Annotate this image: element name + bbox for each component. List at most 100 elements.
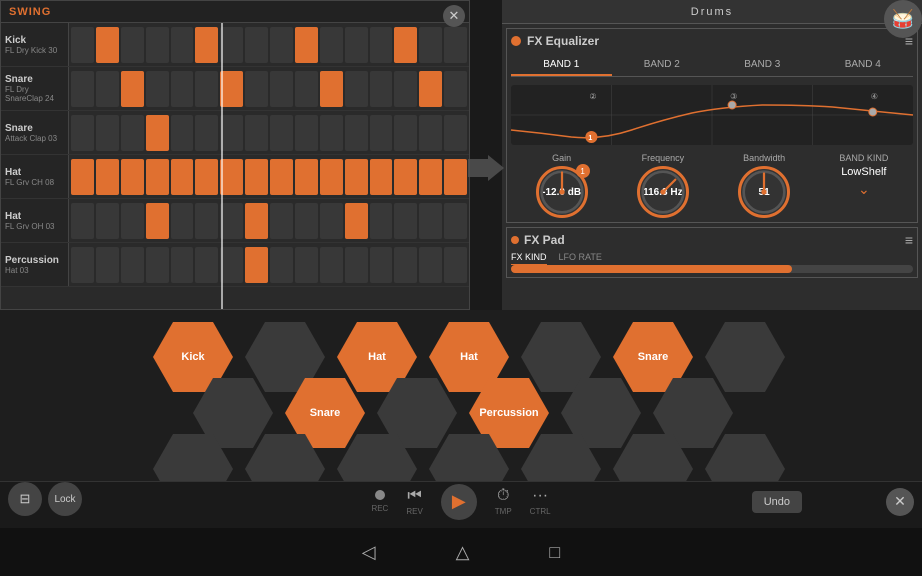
beat[interactable] xyxy=(171,115,194,151)
beat[interactable] xyxy=(171,71,194,107)
tmp-button[interactable]: ⏱ TMP xyxy=(495,487,512,516)
beat[interactable] xyxy=(71,71,94,107)
freq-knob[interactable]: 116.3 Hz xyxy=(637,166,689,218)
beat[interactable] xyxy=(121,159,144,195)
beat[interactable] xyxy=(171,159,194,195)
beat[interactable] xyxy=(320,27,343,63)
beat[interactable] xyxy=(295,247,318,283)
beat[interactable] xyxy=(220,247,243,283)
beat[interactable] xyxy=(96,159,119,195)
beat[interactable] xyxy=(345,71,368,107)
beat[interactable] xyxy=(345,203,368,239)
beat[interactable] xyxy=(444,159,467,195)
band-tab-4[interactable]: BAND 4 xyxy=(813,55,914,76)
undo-button[interactable]: Undo xyxy=(752,491,802,513)
beat[interactable] xyxy=(270,27,293,63)
lfo-rate-tab[interactable]: LFO RATE xyxy=(559,252,602,265)
beat[interactable] xyxy=(245,27,268,63)
fx-pad-menu-icon[interactable]: ≡ xyxy=(905,232,913,248)
beat[interactable] xyxy=(370,247,393,283)
beat[interactable] xyxy=(146,71,169,107)
beat[interactable] xyxy=(146,115,169,151)
beat[interactable] xyxy=(444,71,467,107)
beat[interactable] xyxy=(146,247,169,283)
beat[interactable] xyxy=(270,71,293,107)
band-kind-dropdown-icon[interactable]: ⌄ xyxy=(858,181,870,198)
bandwidth-knob[interactable]: 51 xyxy=(738,166,790,218)
beat[interactable] xyxy=(121,27,144,63)
beat[interactable] xyxy=(121,115,144,151)
beat[interactable] xyxy=(195,247,218,283)
beat[interactable] xyxy=(220,115,243,151)
beat[interactable] xyxy=(370,115,393,151)
beat[interactable] xyxy=(419,203,442,239)
beat[interactable] xyxy=(195,115,218,151)
beat[interactable] xyxy=(320,247,343,283)
beat[interactable] xyxy=(195,27,218,63)
beat[interactable] xyxy=(96,203,119,239)
beat[interactable] xyxy=(295,159,318,195)
beat[interactable] xyxy=(220,71,243,107)
beat[interactable] xyxy=(370,71,393,107)
beat[interactable] xyxy=(171,27,194,63)
beat[interactable] xyxy=(345,247,368,283)
beat[interactable] xyxy=(195,203,218,239)
beat[interactable] xyxy=(419,115,442,151)
beat[interactable] xyxy=(71,27,94,63)
beat[interactable] xyxy=(370,27,393,63)
mixer-button[interactable]: ⊟ xyxy=(8,482,42,516)
beat[interactable] xyxy=(245,71,268,107)
beat[interactable] xyxy=(444,27,467,63)
beat[interactable] xyxy=(394,247,417,283)
lock-button[interactable]: Lock xyxy=(48,482,82,516)
beat[interactable] xyxy=(71,247,94,283)
beat[interactable] xyxy=(320,71,343,107)
beat[interactable] xyxy=(146,203,169,239)
beat[interactable] xyxy=(171,247,194,283)
beat[interactable] xyxy=(71,159,94,195)
beat[interactable] xyxy=(394,159,417,195)
beat[interactable] xyxy=(419,247,442,283)
close-sequencer-button[interactable]: ✕ xyxy=(443,5,465,27)
gain-knob[interactable]: -12.0 dB 1 xyxy=(536,166,588,218)
beat[interactable] xyxy=(295,71,318,107)
beat[interactable] xyxy=(295,115,318,151)
beat[interactable] xyxy=(320,159,343,195)
beat[interactable] xyxy=(245,115,268,151)
beat[interactable] xyxy=(444,247,467,283)
beat[interactable] xyxy=(270,247,293,283)
beat[interactable] xyxy=(195,71,218,107)
beat[interactable] xyxy=(245,247,268,283)
beat[interactable] xyxy=(220,27,243,63)
beat[interactable] xyxy=(270,203,293,239)
beat[interactable] xyxy=(71,115,94,151)
fx-kind-tab[interactable]: FX KIND xyxy=(511,252,547,265)
beat[interactable] xyxy=(270,159,293,195)
beat[interactable] xyxy=(171,203,194,239)
beat[interactable] xyxy=(121,247,144,283)
beat[interactable] xyxy=(96,27,119,63)
home-button[interactable]: △ xyxy=(456,542,470,563)
beat[interactable] xyxy=(220,203,243,239)
beat[interactable] xyxy=(270,115,293,151)
beat[interactable] xyxy=(370,159,393,195)
beat[interactable] xyxy=(370,203,393,239)
beat[interactable] xyxy=(295,27,318,63)
rec-button[interactable]: REC xyxy=(371,490,388,513)
back-button[interactable]: ◁ xyxy=(362,542,376,563)
play-button[interactable]: ▶ xyxy=(441,484,477,520)
beat[interactable] xyxy=(121,203,144,239)
beat[interactable] xyxy=(345,115,368,151)
beat[interactable] xyxy=(444,115,467,151)
beat[interactable] xyxy=(320,115,343,151)
beat[interactable] xyxy=(394,71,417,107)
beat[interactable] xyxy=(121,71,144,107)
beat[interactable] xyxy=(71,203,94,239)
recents-button[interactable]: □ xyxy=(549,542,560,563)
ctrl-button[interactable]: ··· CTRL xyxy=(530,487,551,516)
beat[interactable] xyxy=(220,159,243,195)
beat[interactable] xyxy=(195,159,218,195)
beat[interactable] xyxy=(96,71,119,107)
close-right-button[interactable]: ✕ xyxy=(886,488,914,516)
beat[interactable] xyxy=(345,159,368,195)
